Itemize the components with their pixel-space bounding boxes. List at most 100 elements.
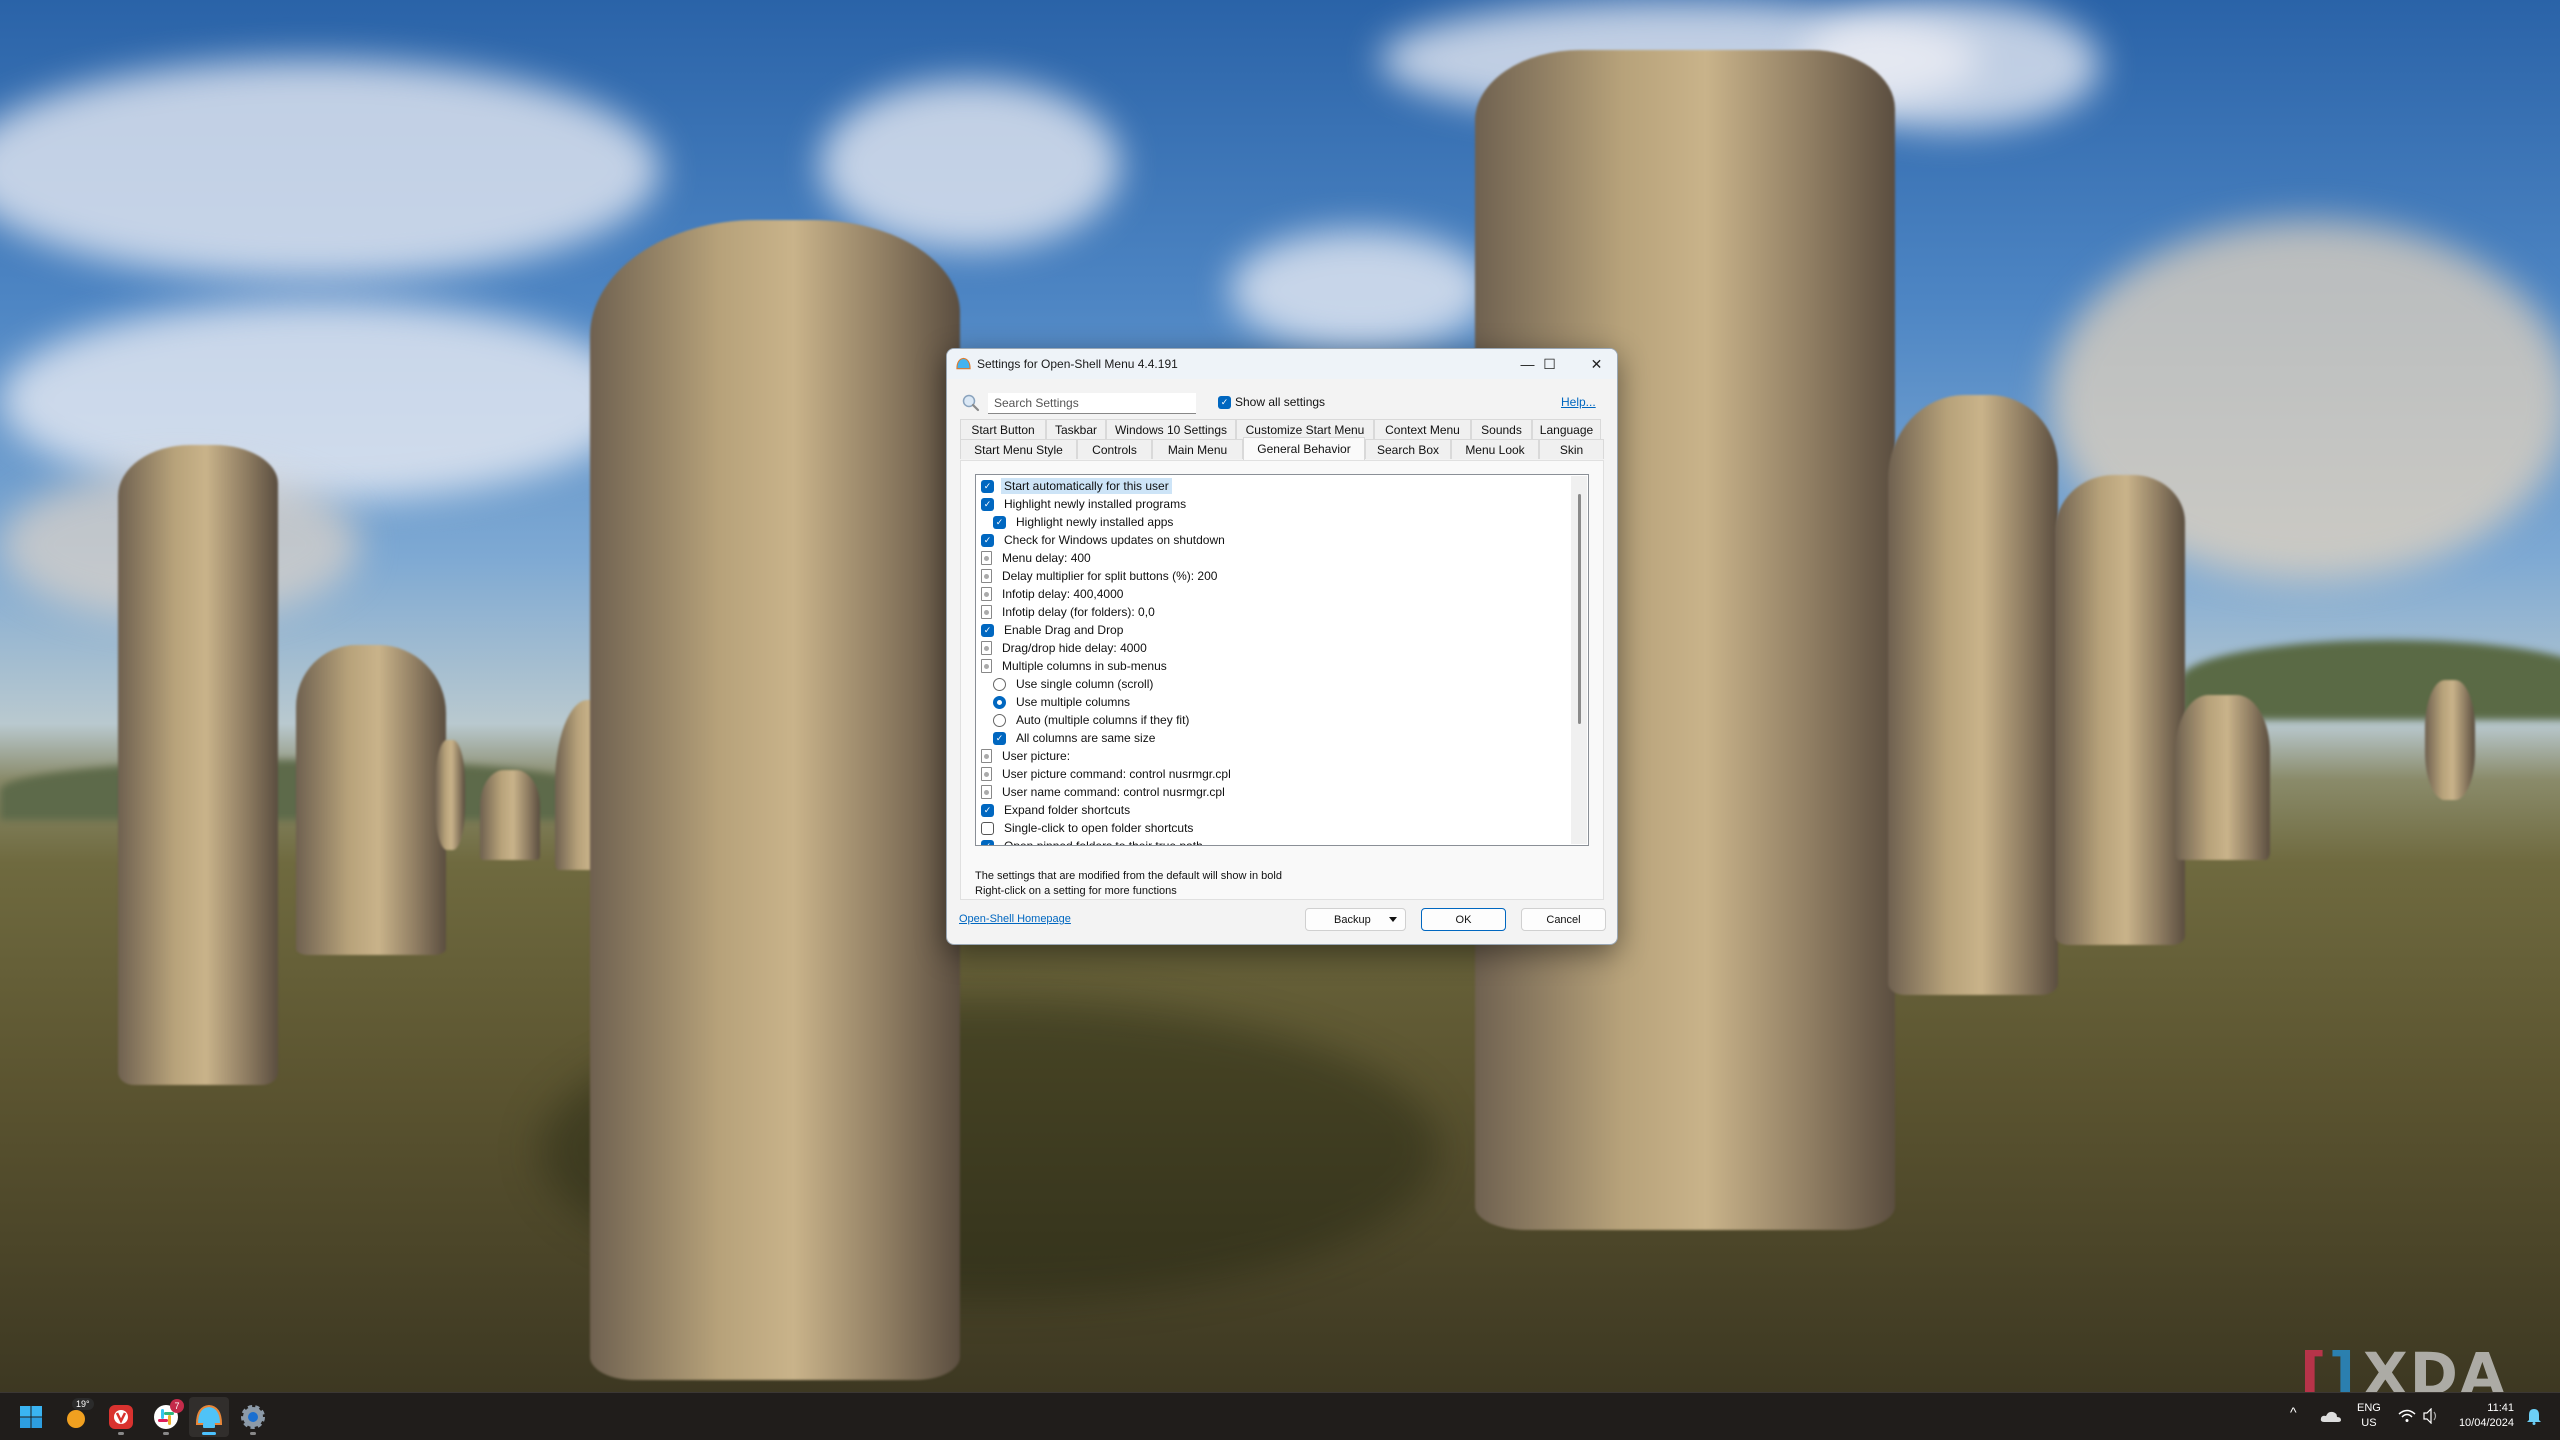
- setting-row[interactable]: Infotip delay: 400,4000: [981, 585, 1126, 603]
- setting-row[interactable]: Drag/drop hide delay: 4000: [981, 639, 1150, 657]
- setting-row[interactable]: Auto (multiple columns if they fit): [993, 711, 1192, 729]
- setting-row[interactable]: Single-click to open folder shortcuts: [981, 819, 1196, 837]
- tab-controls[interactable]: Controls: [1077, 439, 1152, 459]
- checkbox-checked[interactable]: ✓: [981, 803, 994, 817]
- setting-label: Highlight newly installed programs: [1004, 497, 1187, 511]
- checkbox-unchecked[interactable]: [981, 821, 994, 835]
- setting-row[interactable]: Menu delay: 400: [981, 549, 1094, 567]
- taskbar-slack[interactable]: 7: [146, 1397, 186, 1437]
- setting-label: Multiple columns in sub-menus: [1002, 659, 1167, 673]
- search-settings-input[interactable]: [988, 393, 1196, 414]
- setting-row[interactable]: ✓ Check for Windows updates on shutdown: [981, 531, 1228, 549]
- notification-badge: 7: [170, 1399, 184, 1413]
- standing-stone: [1888, 395, 2058, 995]
- setting-label: Single-click to open folder shortcuts: [1004, 821, 1194, 835]
- setting-value-icon: [981, 767, 992, 781]
- clock[interactable]: 11:41 10/04/2024: [2452, 1401, 2514, 1431]
- cancel-button[interactable]: Cancel: [1521, 908, 1606, 931]
- taskbar-vivaldi[interactable]: [101, 1397, 141, 1437]
- taskbar-open-shell-settings[interactable]: [189, 1397, 229, 1437]
- tab-menu-look[interactable]: Menu Look: [1451, 439, 1539, 459]
- setting-row[interactable]: Multiple columns in sub-menus: [981, 657, 1170, 675]
- start-button[interactable]: [11, 1397, 51, 1437]
- tab-search-box[interactable]: Search Box: [1365, 439, 1451, 459]
- tab-sounds[interactable]: Sounds: [1471, 419, 1532, 439]
- setting-row[interactable]: User picture command: control nusrmgr.cp…: [981, 765, 1234, 783]
- checkbox-checked[interactable]: ✓: [981, 839, 994, 845]
- setting-row[interactable]: User picture:: [981, 747, 1073, 765]
- tab-windows-10-settings[interactable]: Windows 10 Settings: [1106, 419, 1236, 439]
- vivaldi-icon: [109, 1405, 133, 1429]
- checkbox-checked[interactable]: ✓: [993, 731, 1006, 745]
- standing-stone: [2175, 695, 2270, 860]
- vertical-scrollbar[interactable]: [1571, 476, 1587, 844]
- onedrive-cloud-icon[interactable]: [2320, 1409, 2342, 1423]
- volume-icon[interactable]: [2422, 1408, 2440, 1424]
- setting-row[interactable]: ✓ Expand folder shortcuts: [981, 801, 1133, 819]
- setting-row[interactable]: ✓ All columns are same size: [993, 729, 1158, 747]
- checkbox-checked[interactable]: ✓: [981, 623, 994, 637]
- running-indicator: [250, 1432, 256, 1435]
- settings-list[interactable]: ✓ Start automatically for this user ✓ Highl…: [975, 474, 1589, 846]
- maximize-button[interactable]: ☐: [1527, 349, 1572, 379]
- cloud: [0, 60, 660, 280]
- setting-row[interactable]: ✓ Enable Drag and Drop: [981, 621, 1126, 639]
- taskbar: 19° 7 ^ ENG US 11:41 10/04/2024: [0, 1392, 2560, 1440]
- help-link[interactable]: Help...: [1561, 395, 1596, 409]
- setting-label: Auto (multiple columns if they fit): [1016, 713, 1190, 727]
- setting-row[interactable]: ✓ Start automatically for this user: [981, 477, 1172, 495]
- language-region: US: [2361, 1417, 2377, 1429]
- setting-label: Infotip delay (for folders): 0,0: [1002, 605, 1155, 619]
- setting-row[interactable]: ✓ Highlight newly installed apps: [993, 513, 1176, 531]
- language-indicator[interactable]: ENG US: [2357, 1401, 2381, 1431]
- tab-skin[interactable]: Skin: [1539, 439, 1604, 459]
- checkbox-checked[interactable]: ✓: [981, 533, 994, 547]
- setting-row[interactable]: Use single column (scroll): [993, 675, 1156, 693]
- setting-row[interactable]: User name command: control nusrmgr.cpl: [981, 783, 1228, 801]
- tab-start-menu-style[interactable]: Start Menu Style: [960, 439, 1077, 459]
- setting-value-icon: [981, 587, 992, 601]
- tab-general-behavior[interactable]: General Behavior: [1243, 437, 1365, 460]
- taskbar-settings[interactable]: [233, 1397, 273, 1437]
- tab-context-menu[interactable]: Context Menu: [1374, 419, 1471, 439]
- setting-value-icon: [981, 749, 992, 763]
- setting-row[interactable]: Use multiple columns: [993, 693, 1133, 711]
- setting-label: User name command: control nusrmgr.cpl: [1002, 785, 1225, 799]
- close-icon: ✕: [1590, 355, 1603, 372]
- show-all-settings-checkbox[interactable]: ✓ Show all settings: [1218, 395, 1325, 409]
- notification-bell-icon[interactable]: [2526, 1407, 2542, 1425]
- checkbox-checked-icon: ✓: [1218, 395, 1231, 409]
- setting-label: Infotip delay: 400,4000: [1002, 587, 1124, 601]
- tab-taskbar[interactable]: Taskbar: [1046, 419, 1106, 439]
- dropdown-arrow-icon[interactable]: [1389, 917, 1397, 922]
- radio-unselected[interactable]: [993, 677, 1006, 691]
- checkbox-checked[interactable]: ✓: [993, 515, 1006, 529]
- checkbox-checked[interactable]: ✓: [981, 497, 994, 511]
- close-button[interactable]: ✕: [1574, 349, 1617, 379]
- setting-label: Check for Windows updates on shutdown: [1004, 533, 1225, 547]
- setting-row[interactable]: Infotip delay (for folders): 0,0: [981, 603, 1158, 621]
- tab-customize-start-menu[interactable]: Customize Start Menu: [1236, 419, 1374, 439]
- open-shell-homepage-link[interactable]: Open-Shell Homepage: [959, 913, 1071, 925]
- window-title: Settings for Open-Shell Menu 4.4.191: [977, 357, 1178, 371]
- checkbox-checked[interactable]: ✓: [981, 479, 994, 493]
- wifi-icon[interactable]: [2398, 1409, 2416, 1423]
- radio-unselected[interactable]: [993, 713, 1006, 727]
- title-bar[interactable]: Settings for Open-Shell Menu 4.4.191 — ☐…: [947, 349, 1617, 379]
- taskbar-weather[interactable]: 19°: [56, 1397, 96, 1437]
- setting-value-icon: [981, 641, 992, 655]
- tab-start-button[interactable]: Start Button: [960, 419, 1046, 439]
- tab-main-menu[interactable]: Main Menu: [1152, 439, 1243, 459]
- tab-language[interactable]: Language: [1532, 419, 1601, 439]
- setting-row[interactable]: ✓ Highlight newly installed programs: [981, 495, 1189, 513]
- setting-row[interactable]: Delay multiplier for split buttons (%): …: [981, 567, 1220, 585]
- show-hidden-icons-chevron[interactable]: ^: [2290, 1405, 2297, 1420]
- shell-icon: [956, 357, 971, 370]
- backup-button[interactable]: Backup: [1305, 908, 1406, 931]
- radio-selected[interactable]: [993, 695, 1006, 709]
- setting-row[interactable]: ✓ Open pinned folders to their true path: [981, 837, 1206, 845]
- scrollbar-thumb[interactable]: [1578, 494, 1581, 724]
- setting-label: Expand folder shortcuts: [1004, 803, 1131, 817]
- ok-button[interactable]: OK: [1421, 908, 1506, 931]
- cloud: [1230, 230, 1490, 350]
